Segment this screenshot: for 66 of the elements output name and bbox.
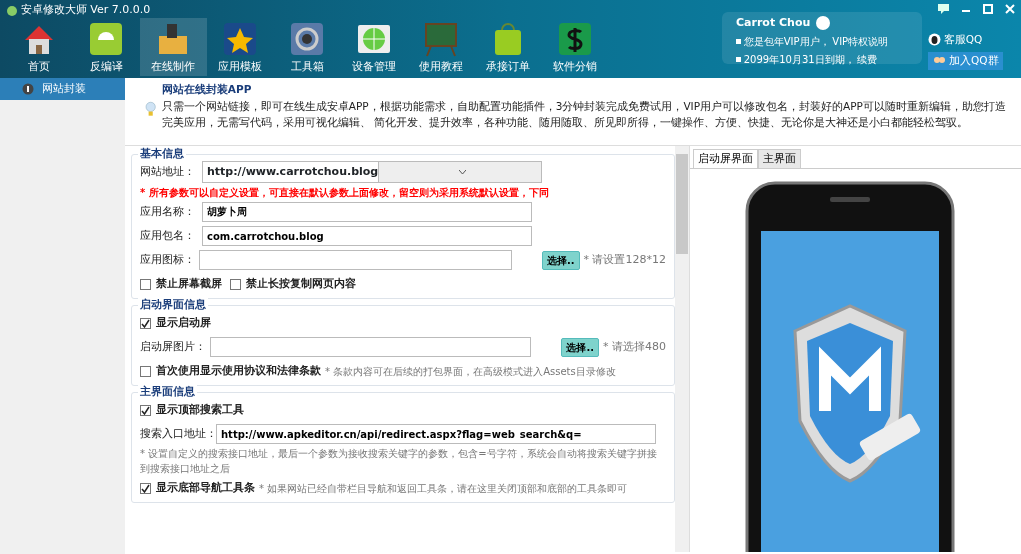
choose-button[interactable]: 选择.. xyxy=(541,250,580,270)
intro-text: 只需一个网站链接，即可在线生成安卓APP，根据功能需求，自助配置功能插件，3分钟封装完成免费试用，VIP用户可以修改包名，封装好的APP可以随时重新编辑，助您打造完美应用，无需写代码，采用可视化编辑、 简化开发、提升效率，各种功能、随用随取、所见即所得，一键操作、方便、快捷、无论你是大神还是小白都能轻松驾驭。 xyxy=(161,98,1007,130)
note-text: * 所有参数可以自定义设置，可直接在默认参数上面修改，留空则为采用系统默认设置，下同 xyxy=(140,185,549,200)
checkbox[interactable] xyxy=(230,278,241,290)
preview-tab[interactable]: 启动屏界面 xyxy=(692,148,758,168)
scrollbar-thumb[interactable] xyxy=(676,154,688,254)
hint-text: * 请选择480 xyxy=(603,338,666,355)
feedback-icon[interactable] xyxy=(938,4,949,14)
sidebar-item[interactable]: 网站封装 xyxy=(0,78,125,100)
url-dropdown[interactable]: http://www.carrotchou.blog xyxy=(202,161,542,183)
nav-tab[interactable]: 设备管理 xyxy=(340,18,408,76)
scrollbar[interactable] xyxy=(675,146,689,552)
hint-text: * 请设置128*12 xyxy=(583,251,666,268)
checkbox[interactable] xyxy=(140,317,151,329)
checkbox-label: 首次使用显示使用协议和法律条款 xyxy=(156,362,321,379)
nav-tab[interactable]: 应用模板 xyxy=(206,18,274,76)
preview-tab[interactable]: 主界面 xyxy=(757,148,801,168)
text-field[interactable]: 胡萝卜周 xyxy=(202,202,532,222)
text-field[interactable] xyxy=(210,337,532,357)
section-title: 主界面信息 xyxy=(138,384,197,400)
hint-text: * 条款内容可在后续的打包界面，在高级模式进入Assets目录修改 xyxy=(325,364,616,379)
vip-link[interactable]: 续费 xyxy=(857,52,878,67)
caret-icon xyxy=(458,169,466,175)
checkbox-label: 显示底部导航工具条 xyxy=(156,479,255,496)
user-name: Carrot Chou xyxy=(736,15,811,31)
info-icon xyxy=(22,83,34,95)
maximize-icon[interactable] xyxy=(983,4,993,14)
text-field[interactable]: com.carrotchou.blog xyxy=(202,226,532,246)
checkbox[interactable] xyxy=(140,365,151,377)
nav-tab[interactable]: 软件分销 xyxy=(541,18,609,76)
checkbox-label: 禁止屏幕截屏 xyxy=(156,275,222,292)
checkbox[interactable] xyxy=(140,482,151,494)
close-icon[interactable] xyxy=(1005,4,1015,14)
text-field[interactable]: http://www.apkeditor.cn/api/redirect.aspx?flag=web_search&q= xyxy=(216,424,656,444)
checkbox-label: 禁止长按复制网页内容 xyxy=(246,275,356,292)
nav-tab[interactable]: 在线制作 xyxy=(139,18,207,76)
bullet-icon xyxy=(736,39,741,45)
field-label: 启动屏图片： xyxy=(140,338,206,355)
intro-title: 网站在线封装APP xyxy=(161,82,253,97)
nav-tab[interactable]: 使用教程 xyxy=(407,18,475,76)
checkbox-label: 显示顶部搜索工具 xyxy=(156,401,244,418)
checkbox[interactable] xyxy=(140,278,151,290)
vip-status-text: 2099年10月31日到期， xyxy=(743,53,855,67)
section-title: 启动界面信息 xyxy=(138,297,208,313)
bullet-icon xyxy=(736,57,741,62)
join-group-button[interactable]: 加入QQ群 xyxy=(928,51,1003,70)
vip-link[interactable]: VIP特权说明 xyxy=(832,34,889,50)
service-qq-link[interactable]: 客服QQ xyxy=(943,32,983,48)
field-label: 应用图标： xyxy=(140,251,195,268)
hint-text: * 如果网站已经自带栏目导航和返回工具条，请在这里关闭顶部和底部的工具条即可 xyxy=(259,481,628,496)
choose-button[interactable]: 选择.. xyxy=(561,337,599,357)
nav-tab[interactable]: 反编译 xyxy=(72,18,140,76)
section-title: 基本信息 xyxy=(138,146,186,162)
checkbox-label: 显示启动屏 xyxy=(156,314,211,331)
field-label: 网站地址： xyxy=(140,163,196,180)
field-label: 应用名称： xyxy=(140,203,196,220)
nav-tab[interactable]: 首页 xyxy=(5,18,73,76)
vip-status-text: 您是包年VIP用户， xyxy=(743,35,830,50)
field-label: 应用包名： xyxy=(140,227,196,244)
nav-tab[interactable]: 工具箱 xyxy=(273,18,341,76)
nav-tab[interactable]: 承接订单 xyxy=(474,18,542,76)
checkbox[interactable] xyxy=(140,404,151,416)
text-field[interactable] xyxy=(199,250,512,270)
field-label: 搜索入口地址： xyxy=(140,425,212,442)
note-text: * 设置自定义的搜索接口地址，最后一个参数为接收搜索关键字的参数，包含=号字符，系统会自动将搜索关键字拼接到搜索接口地址之后 xyxy=(140,447,658,476)
window-title: 安卓修改大师 Ver 7.0.0.0 xyxy=(20,2,151,19)
